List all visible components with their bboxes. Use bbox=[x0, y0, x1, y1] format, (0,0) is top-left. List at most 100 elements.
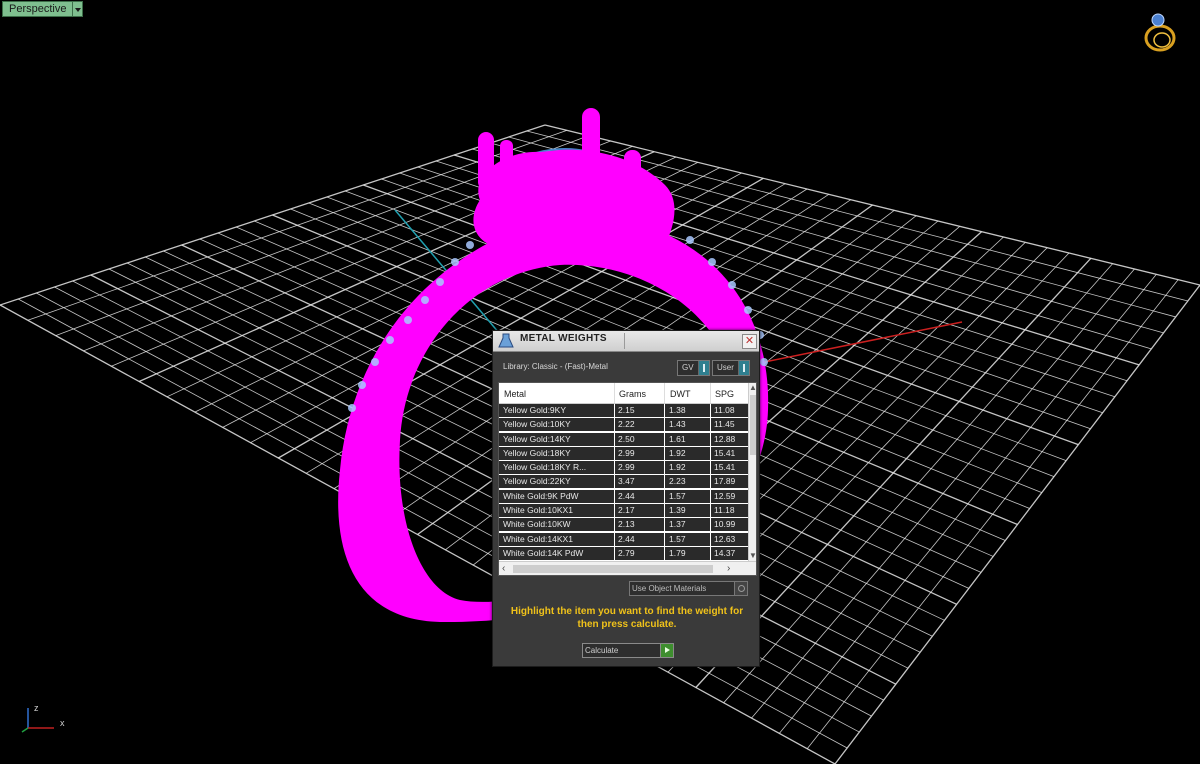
cell-dwt: 1.43 bbox=[669, 419, 686, 430]
user-toggle[interactable]: User bbox=[712, 360, 750, 376]
cell-dwt: 1.39 bbox=[669, 505, 686, 516]
grid-line bbox=[72, 280, 884, 701]
cell-grams: 2.13 bbox=[618, 519, 635, 530]
column-header-metal[interactable]: Metal bbox=[504, 389, 526, 399]
cell-spg: 12.63 bbox=[714, 533, 736, 544]
cell-metal: Yellow Gold:9KY bbox=[503, 405, 567, 415]
cell-spg: 10.99 bbox=[714, 519, 736, 530]
close-button[interactable]: ✕ bbox=[742, 334, 757, 349]
cell-grams: 2.79 bbox=[618, 547, 635, 558]
cell-metal: Yellow Gold:10KY bbox=[503, 419, 571, 430]
calculate-button[interactable]: Calculate bbox=[582, 643, 674, 658]
ring-logo-icon[interactable] bbox=[1140, 8, 1184, 54]
viewport-menu-dropdown[interactable] bbox=[73, 1, 84, 17]
cell-spg: 12.88 bbox=[714, 433, 736, 444]
axis-label-x: x bbox=[60, 718, 65, 728]
gv-toggle[interactable]: GV bbox=[677, 360, 710, 376]
table-row[interactable]: White Gold:10KW 2.13 1.37 10.99 bbox=[499, 518, 748, 532]
title-separator bbox=[624, 333, 625, 349]
prong bbox=[582, 108, 600, 190]
dialog-titlebar[interactable]: METAL WEIGHTS ✕ bbox=[493, 331, 759, 352]
prong bbox=[624, 150, 641, 206]
cell-grams: 2.17 bbox=[618, 505, 635, 516]
cell-spg: 17.89 bbox=[714, 476, 736, 487]
cell-spg: 11.45 bbox=[714, 419, 735, 430]
user-toggle-indicator bbox=[737, 361, 749, 375]
prong bbox=[500, 140, 513, 192]
gv-toggle-indicator bbox=[697, 361, 709, 375]
axis-gizmo: z x bbox=[21, 703, 65, 733]
table-header: Metal Grams DWT SPG bbox=[499, 383, 748, 404]
metal-weights-dialog[interactable]: METAL WEIGHTS ✕ Library: Classic - (Fast… bbox=[492, 330, 760, 667]
cell-grams: 3.47 bbox=[618, 476, 635, 487]
vertical-scrollbar[interactable]: ▲ ▼ bbox=[748, 383, 756, 561]
cell-metal: Yellow Gold:22KY bbox=[503, 476, 571, 487]
cell-metal: White Gold:10KX1 bbox=[503, 505, 573, 516]
axis-label-z: z bbox=[34, 703, 39, 713]
use-object-materials-label: Use Object Materials bbox=[632, 584, 707, 593]
radio-indicator-icon bbox=[734, 582, 747, 595]
vertical-scroll-thumb[interactable] bbox=[750, 395, 756, 455]
cell-metal: Yellow Gold:18KY R... bbox=[503, 462, 587, 473]
scroll-left-arrow-icon[interactable]: ‹ bbox=[502, 562, 505, 575]
prong bbox=[478, 132, 494, 190]
table-row[interactable]: White Gold:14K PdW 2.79 1.79 14.37 bbox=[499, 546, 748, 560]
cell-metal: White Gold:14KX1 bbox=[503, 533, 573, 544]
user-toggle-label: User bbox=[717, 363, 734, 372]
cell-dwt: 1.61 bbox=[669, 433, 686, 444]
cell-grams: 2.44 bbox=[618, 533, 635, 544]
table-row[interactable]: White Gold:10KX1 2.17 1.39 11.18 bbox=[499, 504, 748, 518]
cell-dwt: 1.92 bbox=[669, 462, 686, 473]
play-arrow-icon bbox=[660, 644, 673, 657]
cell-spg: 14.37 bbox=[714, 547, 736, 558]
cell-grams: 2.50 bbox=[618, 433, 635, 444]
table-row[interactable]: Yellow Gold:18KY R... 2.99 1.92 15.41 bbox=[499, 461, 748, 475]
table-row[interactable]: Yellow Gold:9KY 2.15 1.38 11.08 bbox=[499, 404, 748, 417]
cell-dwt: 2.23 bbox=[669, 476, 686, 487]
calculate-label: Calculate bbox=[585, 646, 619, 655]
cell-metal: White Gold:10KW bbox=[503, 519, 571, 530]
table-row[interactable]: Yellow Gold:14KY 2.50 1.61 12.88 bbox=[499, 432, 748, 446]
table-row[interactable]: White Gold:9K PdW 2.44 1.57 12.59 bbox=[499, 489, 748, 503]
viewport-name[interactable]: Perspective bbox=[2, 1, 74, 17]
cell-spg: 11.08 bbox=[714, 405, 735, 415]
cell-dwt: 1.37 bbox=[669, 519, 686, 530]
cell-metal: Yellow Gold:14KY bbox=[503, 433, 571, 444]
scroll-down-arrow-icon[interactable]: ▼ bbox=[749, 551, 756, 561]
metal-table[interactable]: Metal Grams DWT SPG Yellow Gold:9KY 2.15 1… bbox=[498, 382, 757, 576]
3d-viewport[interactable]: Perspective z x METAL WEIGHTS ✕ Library:… bbox=[0, 0, 1200, 764]
cell-dwt: 1.79 bbox=[669, 547, 686, 558]
cell-spg: 15.41 bbox=[714, 462, 736, 473]
cell-dwt: 1.38 bbox=[669, 405, 686, 415]
horizontal-scroll-thumb[interactable] bbox=[513, 565, 713, 573]
cell-spg: 12.59 bbox=[714, 490, 736, 501]
table-row[interactable]: Yellow Gold:18KY 2.99 1.92 15.41 bbox=[499, 446, 748, 460]
scroll-right-arrow-icon[interactable]: › bbox=[727, 562, 730, 575]
cell-grams: 2.99 bbox=[618, 447, 635, 458]
cell-metal: White Gold:14K PdW bbox=[503, 547, 584, 558]
column-header-dwt[interactable]: DWT bbox=[670, 389, 691, 399]
cell-metal: Yellow Gold:18KY bbox=[503, 447, 571, 458]
cell-grams: 2.15 bbox=[618, 405, 635, 415]
library-label: Library: Classic - (Fast)-Metal bbox=[503, 362, 608, 371]
cell-metal: White Gold:9K PdW bbox=[503, 490, 579, 501]
cell-spg: 15.41 bbox=[714, 447, 736, 458]
cell-dwt: 1.57 bbox=[669, 533, 686, 544]
instruction-hint: Highlight the item you want to find the … bbox=[510, 606, 744, 630]
cell-dwt: 1.57 bbox=[669, 490, 686, 501]
column-header-grams[interactable]: Grams bbox=[619, 389, 646, 399]
column-header-spg[interactable]: SPG bbox=[715, 389, 734, 399]
horizontal-scrollbar[interactable]: ‹ › bbox=[499, 561, 756, 575]
cell-grams: 2.99 bbox=[618, 462, 635, 473]
table-row[interactable]: White Gold:14KX1 2.44 1.57 12.63 bbox=[499, 532, 748, 546]
gv-toggle-label: GV bbox=[682, 363, 694, 372]
scroll-up-arrow-icon[interactable]: ▲ bbox=[749, 383, 756, 393]
flask-icon bbox=[498, 333, 514, 348]
viewport-label[interactable]: Perspective bbox=[2, 1, 84, 17]
table-row[interactable]: Yellow Gold:10KY 2.22 1.43 11.45 bbox=[499, 418, 748, 432]
use-object-materials-toggle[interactable]: Use Object Materials bbox=[629, 581, 748, 596]
cell-spg: 11.18 bbox=[714, 505, 735, 516]
table-body[interactable]: Yellow Gold:9KY 2.15 1.38 11.08 Yellow Gold:… bbox=[499, 404, 748, 561]
dialog-title: METAL WEIGHTS bbox=[520, 333, 607, 344]
table-row[interactable]: Yellow Gold:22KY 3.47 2.23 17.89 bbox=[499, 475, 748, 489]
